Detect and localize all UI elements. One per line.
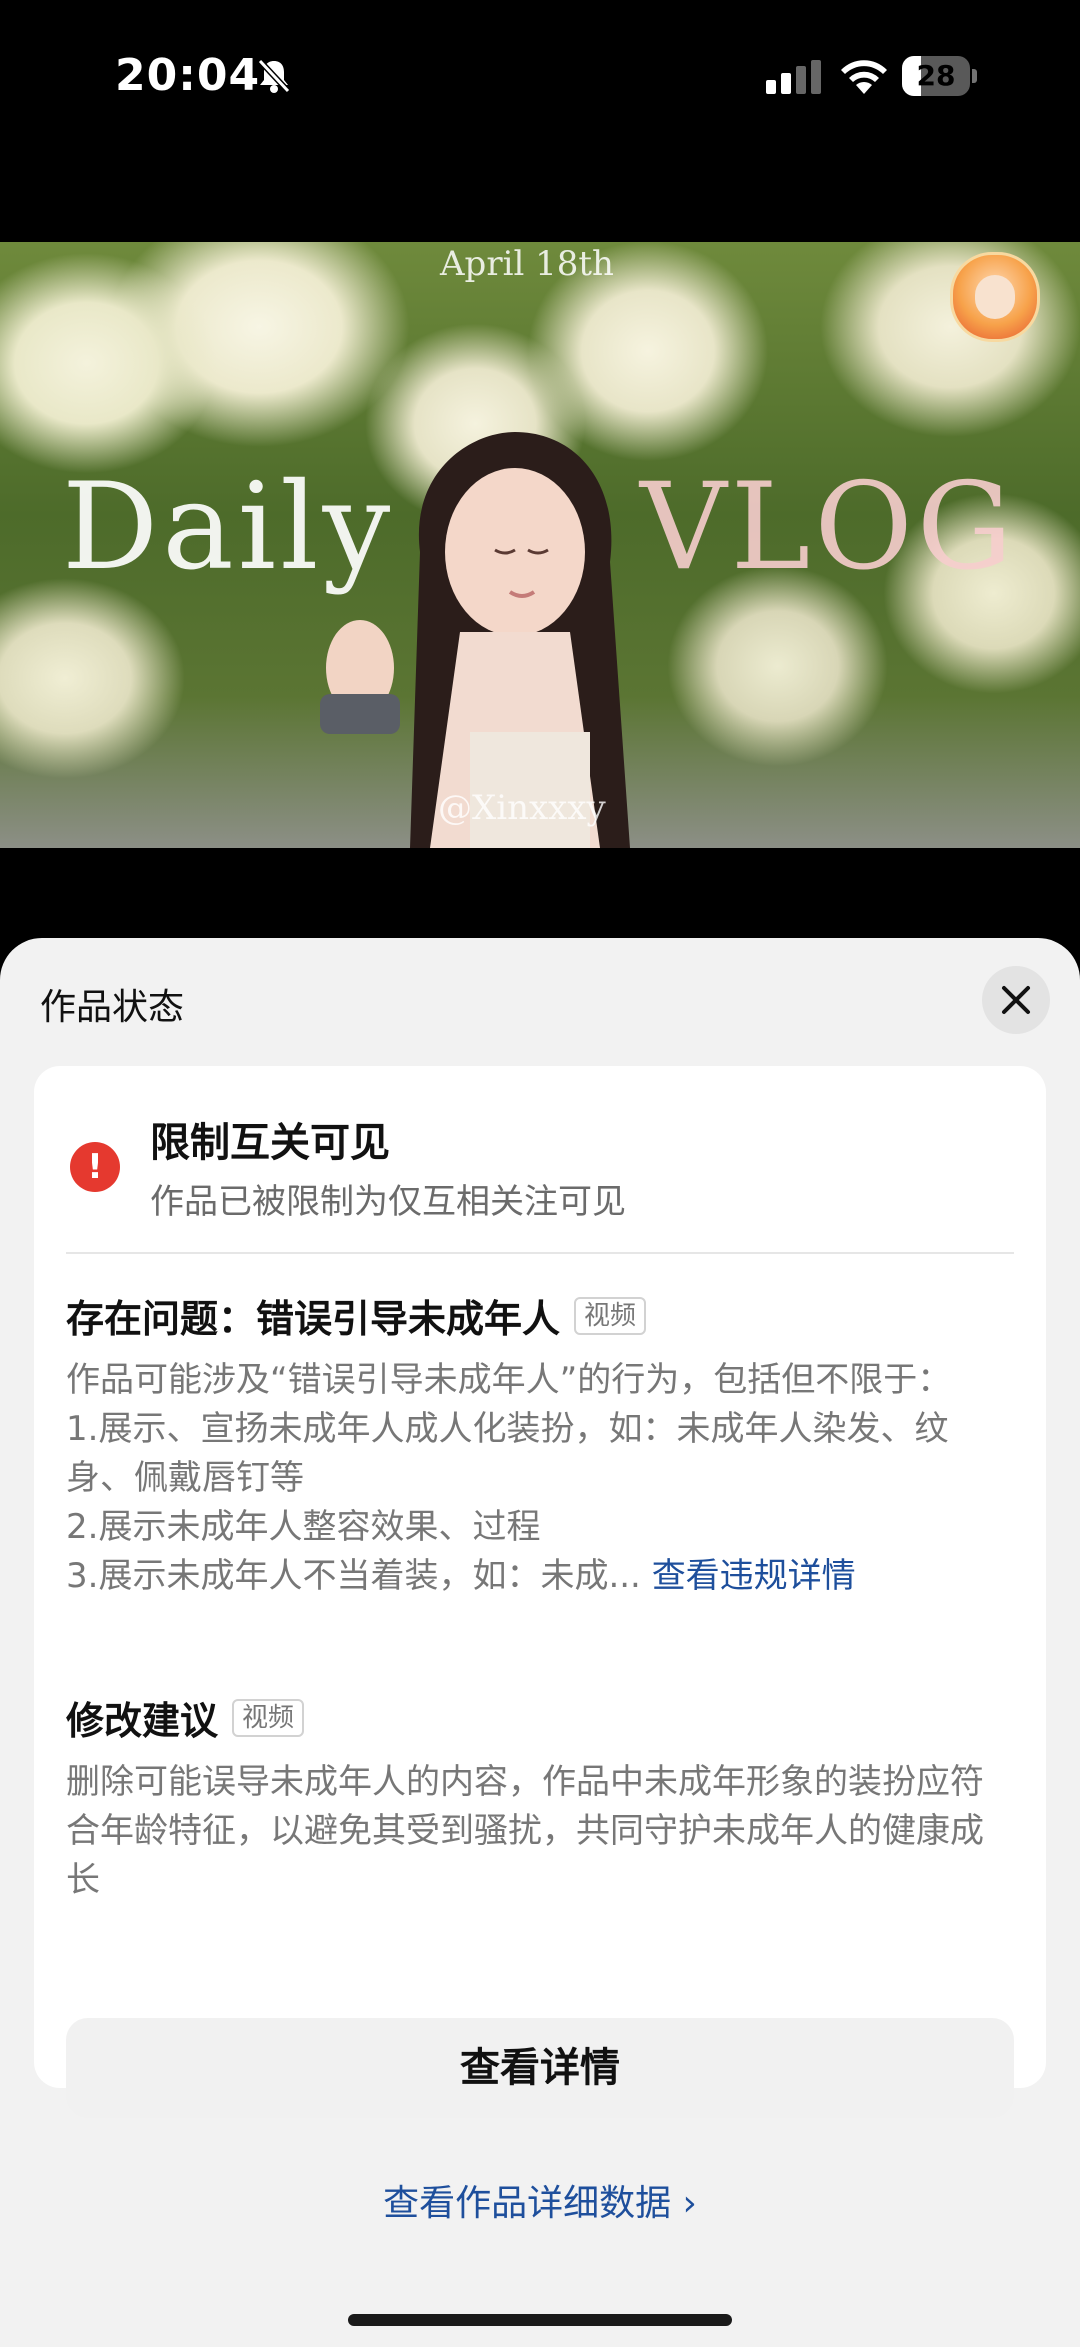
work-status-sheet: 作品状态 ! 限制互关可见 作品已被限制为仅互相关注可见 存在问题：错误引导未成… <box>0 938 1080 2347</box>
video-overlay-title-left: Daily <box>62 458 395 597</box>
suggestion-tag: 视频 <box>232 1698 305 1737</box>
cellular-signal-icon <box>766 60 821 94</box>
close-button[interactable] <box>982 966 1050 1034</box>
screen: 20:04 28 April 18th Daily VLOG @Xinxxxy … <box>0 0 1080 2347</box>
video-overlay-title-right: VLOG <box>640 458 1017 597</box>
status-description: 作品已被限制为仅互相关注可见 <box>150 1182 626 1222</box>
issue-tag: 视频 <box>574 1296 647 1335</box>
issue-line: 3.展示未成年人不当着装，如：未成... <box>66 1556 641 1596</box>
view-violation-details-link[interactable]: 查看违规详情 <box>652 1556 856 1596</box>
video-player[interactable]: April 18th Daily VLOG @Xinxxxy <box>0 242 1080 848</box>
wifi-icon <box>841 60 887 94</box>
issue-title: 存在问题：错误引导未成年人 <box>66 1297 561 1341</box>
issue-line: 作品可能涉及“错误引导未成年人”的行为，包括但不限于： <box>66 1360 952 1400</box>
divider <box>66 1252 1014 1254</box>
sheet-title: 作品状态 <box>40 987 185 1028</box>
issue-body: 作品可能涉及“错误引导未成年人”的行为，包括但不限于： 1.展示、宣扬未成年人成… <box>66 1356 1016 1601</box>
suggestion-body: 删除可能误导未成年人的内容，作品中未成年形象的装扮应符合年龄特征，以避免其受到骚… <box>66 1762 984 1900</box>
status-title: 限制互关可见 <box>150 1120 390 1166</box>
status-bar: 20:04 28 <box>0 0 1080 160</box>
suggestion-header: 修改建议 视频 <box>66 1690 305 1745</box>
status-card: ! 限制互关可见 作品已被限制为仅互相关注可见 存在问题：错误引导未成年人 视频… <box>34 1066 1046 2118</box>
issue-line: 2.展示未成年人整容效果、过程 <box>66 1507 541 1547</box>
issue-header: 存在问题：错误引导未成年人 视频 <box>66 1288 647 1343</box>
warning-icon: ! <box>70 1142 120 1192</box>
close-icon <box>1002 986 1030 1014</box>
suggestion-title: 修改建议 <box>66 1699 219 1743</box>
view-work-data-link[interactable]: 查看作品详细数据 › <box>0 2174 1080 2226</box>
battery-icon: 28 <box>902 56 978 96</box>
bell-slash-icon <box>257 58 291 94</box>
home-indicator[interactable] <box>348 2314 732 2326</box>
issue-line: 1.展示、宣扬未成年人成人化装扮，如：未成年人染发、纹身、佩戴唇钉等 <box>66 1409 949 1498</box>
creator-avatar[interactable] <box>950 252 1040 342</box>
status-time: 20:04 <box>115 50 261 101</box>
video-overlay-date: April 18th <box>440 244 614 284</box>
issue-line-last: 3.展示未成年人不当着装，如：未成... 查看违规详情 <box>66 1552 1016 1601</box>
battery-level: 28 <box>916 59 956 92</box>
view-details-button[interactable]: 查看详情 <box>66 2018 1014 2118</box>
video-overlay-handle: @Xinxxxy <box>438 788 606 828</box>
